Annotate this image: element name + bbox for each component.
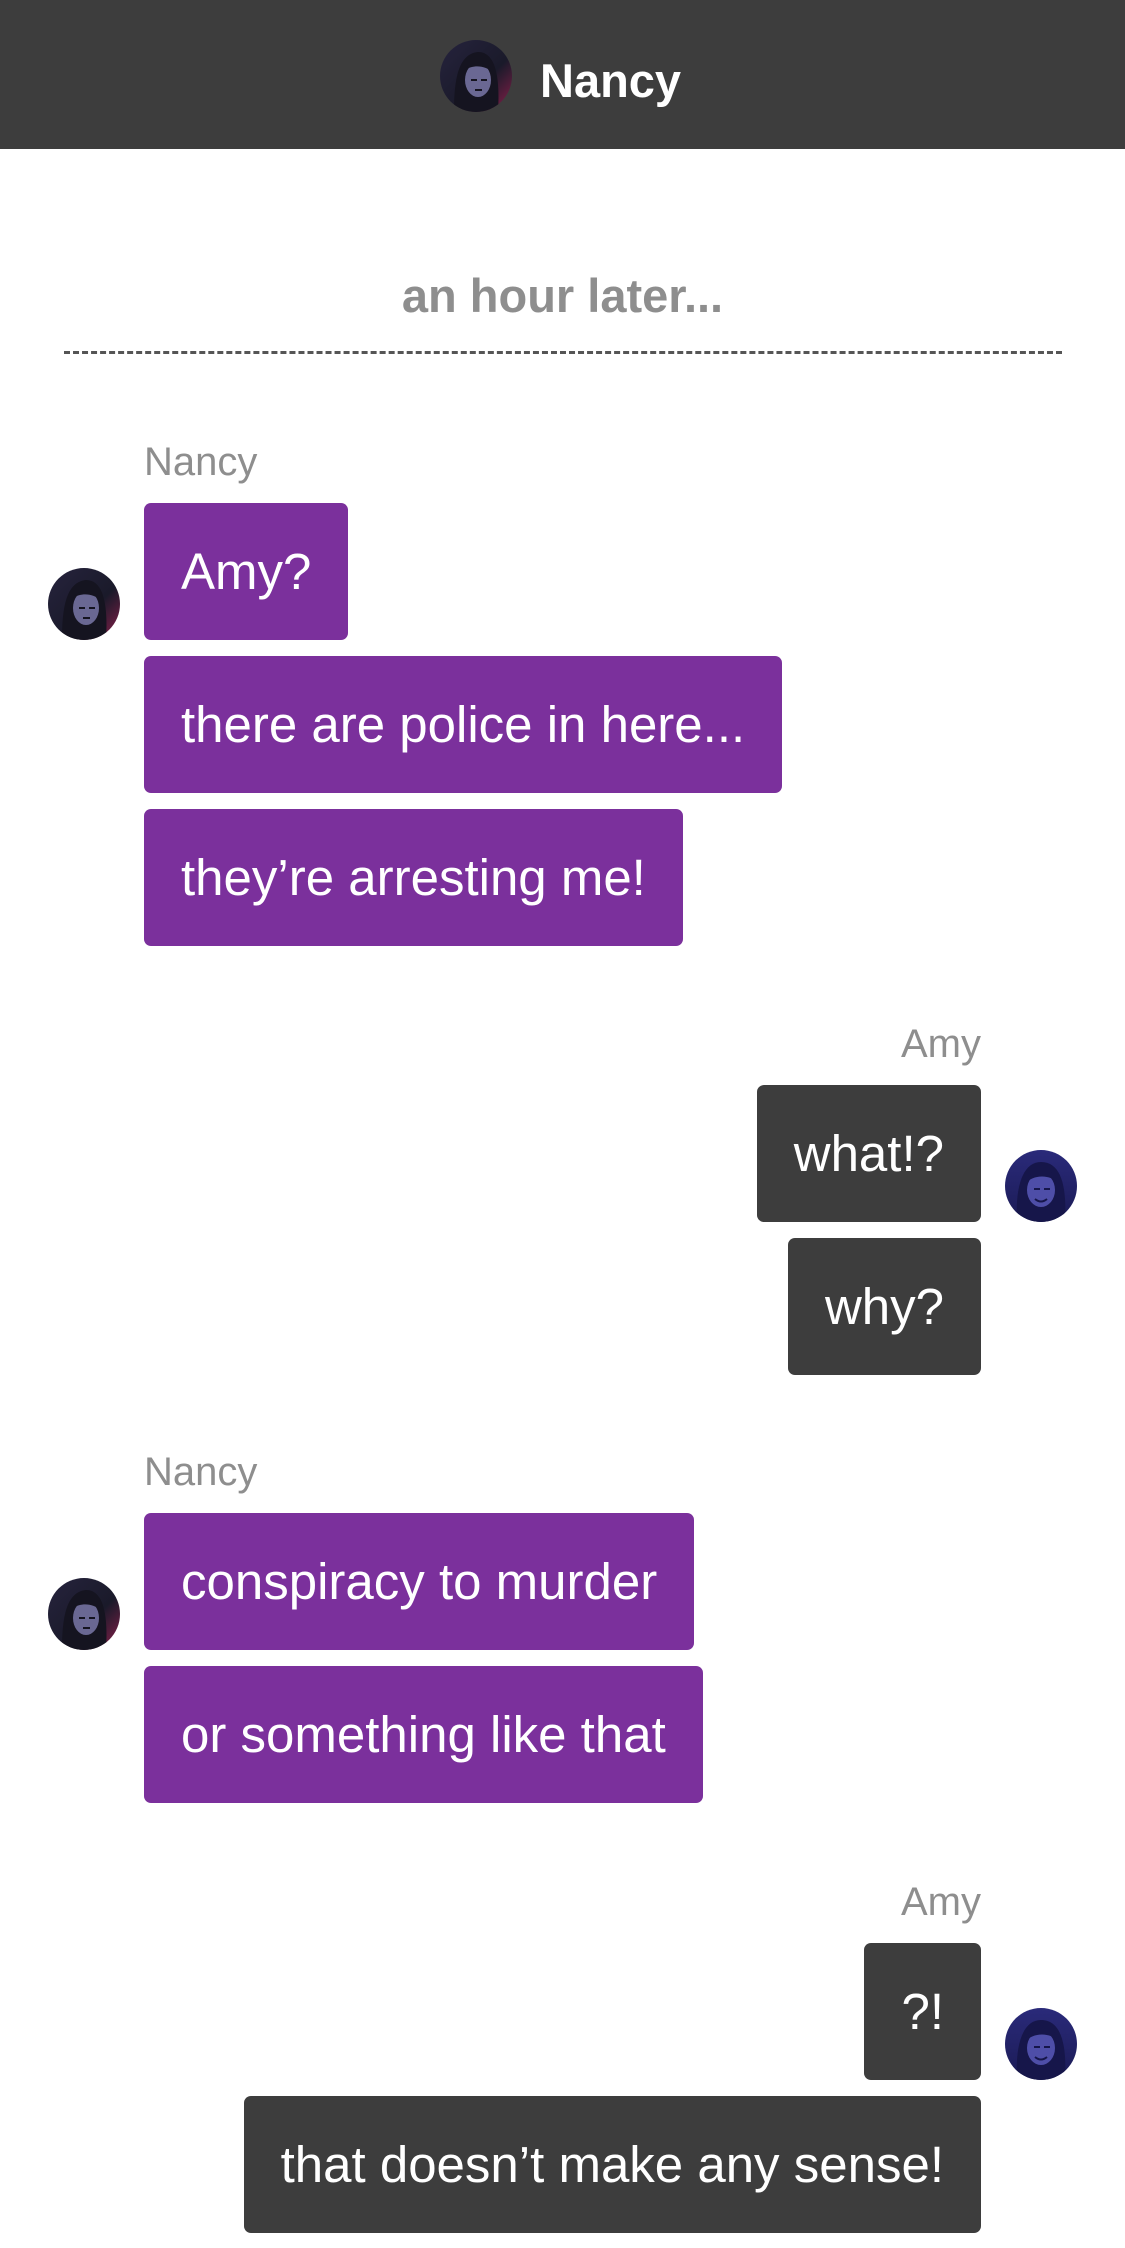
nancy-avatar-icon[interactable]	[440, 40, 512, 112]
sender-name-nancy: Nancy	[144, 440, 258, 484]
message-bubble[interactable]: there are police in here...	[144, 656, 783, 793]
amy-avatar-icon[interactable]	[1005, 2008, 1077, 2080]
amy-avatar-icon[interactable]	[1005, 1150, 1077, 1222]
sender-name-nancy: Nancy	[144, 1450, 258, 1494]
message-bubble[interactable]: why?	[787, 1238, 981, 1375]
sender-name-amy: Amy	[901, 1880, 981, 1924]
chat-header: Nancy	[0, 0, 1125, 149]
sender-name-amy: Amy	[901, 1022, 981, 1066]
time-divider-label: an hour later...	[401, 269, 724, 322]
message-bubble[interactable]: that doesn’t make any sense!	[243, 2096, 981, 2233]
message-bubble[interactable]: conspiracy to murder	[144, 1513, 695, 1650]
nancy-avatar-icon[interactable]	[48, 568, 120, 640]
message-bubble[interactable]: or something like that	[144, 1666, 703, 1803]
message-bubble[interactable]: ?!	[864, 1943, 981, 2080]
nancy-avatar-icon[interactable]	[48, 1578, 120, 1650]
message-bubble[interactable]: what!?	[756, 1085, 981, 1222]
chat-title: Nancy	[540, 54, 682, 107]
message-bubble[interactable]: Amy?	[144, 503, 349, 640]
time-divider-line	[64, 351, 1062, 354]
message-bubble[interactable]: they’re arresting me!	[144, 809, 683, 946]
